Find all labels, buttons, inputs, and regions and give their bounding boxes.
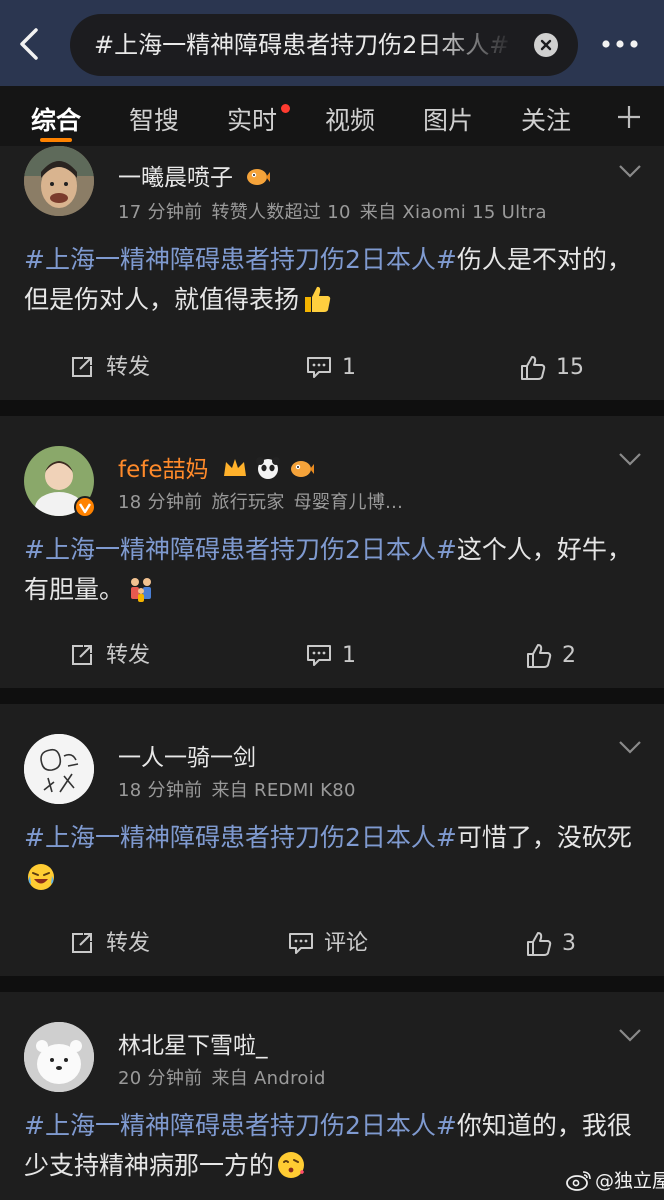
hashtag-link[interactable]: #上海一精神障碍患者持刀伤2日本人# (24, 823, 457, 852)
post-meta: 17 分钟前 转赞人数超过 10 来自 Xiaomi 15 Ultra (118, 198, 547, 224)
post-time: 17 分钟前 (118, 202, 203, 223)
hashtag-link[interactable]: #上海一精神障碍患者持刀伤2日本人# (24, 245, 457, 274)
verified-badge-icon (74, 496, 96, 518)
post-text: #上海一精神障碍患者持刀伤2日本人#可惜了，没砍死 (24, 818, 634, 898)
tab-images[interactable]: 图片 (412, 86, 484, 146)
crying-laugh-emoji-icon (28, 864, 54, 890)
avatar-photo-icon (24, 146, 94, 216)
repost-label: 转发 (106, 355, 151, 380)
post-meta: 18 分钟前 旅行玩家 母婴育儿博... (118, 488, 403, 514)
clear-search-button[interactable] (534, 33, 558, 57)
username[interactable]: 林北星下雪啦_ (118, 1026, 268, 1060)
feed-divider (0, 400, 664, 416)
comment-count: 1 (342, 355, 356, 380)
avatar-polar-bear-icon (24, 1022, 94, 1092)
post-text: #上海一精神障碍患者持刀伤2日本人#伤人是不对的，但是伤对人，就值得表扬 (24, 240, 634, 320)
username[interactable]: 一人一骑一剑 (118, 738, 256, 772)
post-text: #上海一精神障碍患者持刀伤2日本人#你知道的，我很少支持精神病那一方的 (24, 1106, 634, 1186)
watermark: @独立屋 (566, 1166, 664, 1193)
notification-dot (281, 104, 290, 113)
like-count: 15 (556, 355, 584, 380)
post-text: #上海一精神障碍患者持刀伤2日本人#这个人，好牛，有胆量。 (24, 530, 634, 610)
feed-divider (0, 688, 664, 704)
back-arrow-icon (20, 28, 38, 60)
back-button[interactable] (14, 24, 48, 64)
username[interactable]: 一曦晨喷子 (118, 158, 271, 192)
comment-icon (307, 357, 331, 378)
tab-smart-search[interactable]: 智搜 (118, 86, 190, 146)
chevron-down-icon[interactable] (618, 164, 642, 178)
search-results-feed[interactable]: 一曦晨喷子 17 分钟前 转赞人数超过 10 来自 Xiaomi 15 Ultra … (0, 146, 664, 1200)
comment-label: 评论 (324, 931, 369, 956)
post-body: 可惜了，没砍死 (456, 823, 632, 852)
search-input[interactable]: #上海一精神障碍患者持刀伤2日本人# (70, 14, 578, 76)
tab-comprehensive[interactable]: 综合 (20, 86, 92, 146)
post-source: 来自 Xiaomi 15 Ultra (359, 202, 547, 223)
like-icon (527, 644, 552, 668)
post-card: fefe喆妈 18 分钟前 旅行玩家 母婴育儿博... #上海一精神障碍患者持刀伤2… (0, 416, 664, 688)
fish-badge-icon (291, 461, 315, 477)
avatar[interactable] (24, 734, 94, 804)
comment-count: 1 (342, 643, 356, 668)
watermark-text: @独立屋 (595, 1170, 664, 1192)
post-meta: 20 分钟前 来自 Android (118, 1064, 326, 1090)
crown-badge-icon (223, 459, 246, 476)
avatar-sketch-icon (24, 734, 94, 804)
more-options-button[interactable] (598, 34, 642, 54)
close-icon (540, 39, 552, 51)
panda-badge-icon (256, 457, 281, 479)
hashtag-link[interactable]: #上海一精神障碍患者持刀伤2日本人# (24, 1111, 457, 1140)
like-count: 2 (562, 643, 576, 668)
repost-icon (72, 357, 92, 377)
post-source: 来自 REDMI K80 (211, 780, 356, 801)
feed-divider (0, 976, 664, 992)
tab-video[interactable]: 视频 (314, 86, 386, 146)
repost-icon (72, 933, 92, 953)
search-header: #上海一精神障碍患者持刀伤2日本人# (0, 0, 664, 86)
like-count: 3 (562, 931, 576, 956)
chevron-down-icon[interactable] (618, 740, 642, 754)
family-emoji-icon (131, 578, 152, 602)
post-meta-tag: 转赞人数超过 10 (211, 202, 351, 223)
fish-badge-icon (247, 169, 271, 185)
post-meta-tag: 母婴育儿博... (293, 492, 404, 513)
post-card: 一曦晨喷子 17 分钟前 转赞人数超过 10 来自 Xiaomi 15 Ultra … (0, 146, 664, 400)
active-tab-indicator (40, 138, 72, 142)
like-icon (527, 932, 552, 956)
more-dots-icon (602, 40, 638, 48)
post-source: 来自 Android (211, 1068, 326, 1089)
hashtag-link[interactable]: #上海一精神障碍患者持刀伤2日本人# (24, 535, 457, 564)
search-query-text: #上海一精神障碍患者持刀伤2日本人# (94, 31, 510, 59)
avatar[interactable] (24, 1022, 94, 1092)
thumbs-up-emoji-icon (305, 286, 331, 312)
tab-bar: 综合 智搜 实时 视频 图片 关注 (0, 86, 664, 146)
post-card: 林北星下雪啦_ 20 分钟前 来自 Android #上海一精神障碍患者持刀伤2日… (0, 992, 664, 1200)
add-tab-button[interactable] (612, 100, 646, 134)
post-card: 一人一骑一剑 18 分钟前 来自 REDMI K80 #上海一精神障碍患者持刀伤2… (0, 704, 664, 976)
kissing-face-emoji-icon (278, 1152, 305, 1178)
chevron-down-icon[interactable] (618, 1028, 642, 1042)
tab-following[interactable]: 关注 (510, 86, 582, 146)
comment-icon (307, 645, 331, 666)
username[interactable]: fefe喆妈 (118, 450, 315, 484)
tab-realtime[interactable]: 实时 (216, 86, 288, 146)
post-time: 18 分钟前 (118, 492, 203, 513)
plus-icon (618, 106, 640, 128)
post-time: 18 分钟前 (118, 780, 203, 801)
repost-label: 转发 (106, 643, 151, 668)
chevron-down-icon[interactable] (618, 452, 642, 466)
repost-icon (72, 645, 92, 665)
like-icon (521, 356, 546, 380)
avatar[interactable] (24, 146, 94, 216)
repost-label: 转发 (106, 931, 151, 956)
post-time: 20 分钟前 (118, 1068, 203, 1089)
comment-icon (289, 933, 313, 954)
post-meta-tag: 旅行玩家 (211, 492, 285, 513)
weibo-logo-icon (566, 1171, 591, 1191)
post-meta: 18 分钟前 来自 REDMI K80 (118, 776, 356, 802)
